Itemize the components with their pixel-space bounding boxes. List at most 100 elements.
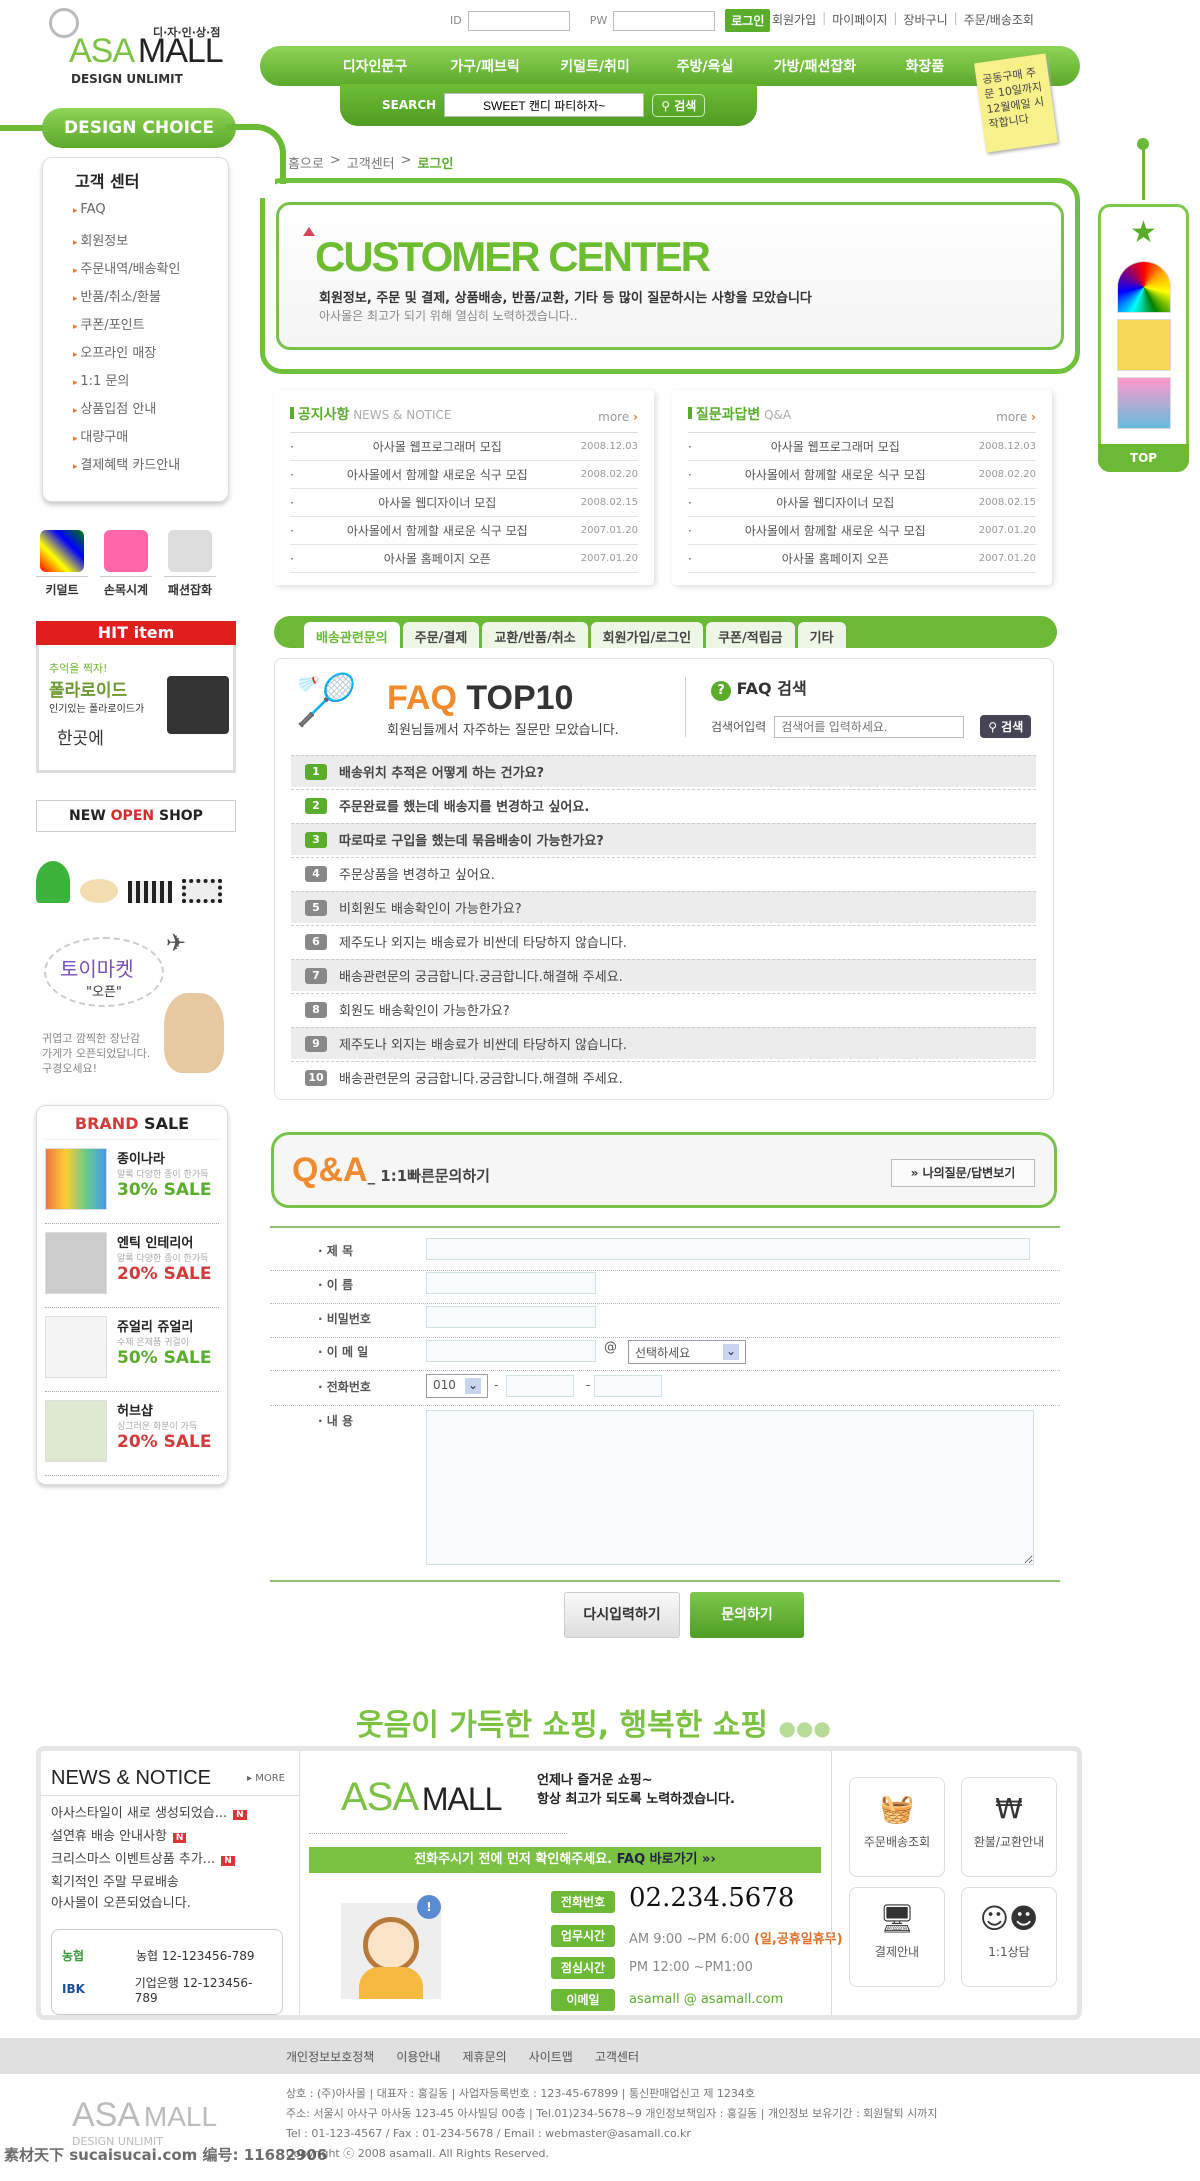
quick-menu-item[interactable]: ₩ 환불/교환안내 <box>961 1777 1057 1877</box>
faq-tab[interactable]: 주문/결제 <box>402 622 480 648</box>
list-item[interactable]: · 아사몰에서 함께할 새로운 식구 모집 2008.02.20 <box>688 461 1036 489</box>
top-link[interactable]: 장바구니 <box>903 11 947 28</box>
faq-item[interactable]: 10 배송관련문의 궁금합니다.궁금합니다.해결해 주세요. <box>291 1061 1036 1093</box>
faq-tab[interactable]: 회원가입/로그인 <box>590 622 704 648</box>
id-input[interactable] <box>467 10 570 31</box>
qna-more-link[interactable]: more › <box>996 410 1036 424</box>
pw-input[interactable] <box>613 10 716 31</box>
search-button[interactable]: ⚲ 검색 <box>652 93 706 117</box>
new-open-shop-banner[interactable]: NEW OPEN SHOP <box>36 800 236 832</box>
faq-tab[interactable]: 교환/반품/취소 <box>482 622 588 648</box>
quick-menu-item[interactable]: 🖥 결제안내 <box>849 1887 945 1987</box>
footer-link[interactable]: 고객센터 <box>595 2048 639 2065</box>
list-item[interactable]: · 아사몰 웹프로그래머 모집 2008.12.03 <box>290 433 638 461</box>
sticky-note-banner[interactable]: 공동구매 주문 10일까지 12월에일 시작합니다 <box>974 53 1058 153</box>
faq-item[interactable]: 4 주문상품을 변경하고 싶어요. <box>291 857 1036 889</box>
list-item[interactable]: · 아사몰 웹디자이너 모집 2008.02.15 <box>290 489 638 517</box>
faq-item[interactable]: 1 배송위치 추적은 어떻게 하는 건가요? <box>291 755 1036 787</box>
nav-item[interactable]: 가방/패션잡화 <box>760 56 870 76</box>
sidebar-item[interactable]: FAQ <box>73 202 228 230</box>
login-button[interactable]: 로그인 <box>725 9 771 32</box>
faq-item[interactable]: 5 비회원도 배송확인이 가능한가요? <box>291 891 1036 923</box>
footer-news-more[interactable]: ▸ MORE <box>247 1773 285 1784</box>
nav-item[interactable]: 화장품 <box>870 56 980 76</box>
nav-item[interactable]: 가구/패브릭 <box>430 56 540 76</box>
footer-news-item[interactable]: 설연휴 배송 안내사항 N <box>51 1826 247 1849</box>
logo[interactable]: 디·자·인·상·점 ASA MALL DESIGN UNLIMIT <box>35 0 225 90</box>
sidebar-item[interactable]: 결제혜택 카드안내 <box>73 454 228 482</box>
faq-search-button[interactable]: ⚲ 검색 <box>980 715 1032 738</box>
search-input[interactable] <box>444 93 645 117</box>
sidebar-item[interactable]: 1:1 문의 <box>73 370 228 398</box>
sidebar-item[interactable]: 상품입점 안내 <box>73 398 228 426</box>
content-textarea[interactable] <box>426 1410 1034 1565</box>
category-shortcut[interactable]: 키덜트 <box>36 530 88 598</box>
brand-sale-item[interactable]: 종이나라 알록 다양한 종이 한가득 30% SALE <box>45 1140 219 1224</box>
list-item[interactable]: · 아사몰 홈페이지 오픈 2007.01.20 <box>688 545 1036 573</box>
subject-input[interactable] <box>426 1238 1030 1260</box>
faq-search-input[interactable] <box>774 715 965 738</box>
faq-tab[interactable]: 쿠폰/적립금 <box>706 622 795 648</box>
name-input[interactable] <box>426 1272 596 1294</box>
faq-item[interactable]: 3 따로따로 구입을 했는데 묶음배송이 가능한가요? <box>291 823 1036 855</box>
faq-shortcut-banner[interactable]: 전화주시기 전에 먼저 확인해주세요. FAQ 바로가기 »› <box>309 1847 821 1873</box>
phone-mid-input[interactable] <box>506 1375 574 1397</box>
list-item[interactable]: · 아사몰에서 함께할 새로운 식구 모집 2007.01.20 <box>290 517 638 545</box>
breadcrumb-home[interactable]: 홈으로 <box>288 153 324 172</box>
brand-sale-item[interactable]: 허브샵 싱그러운 화분이 가득 20% SALE <box>45 1392 219 1476</box>
breadcrumb-customer-center[interactable]: 고객센터 <box>347 153 395 172</box>
contact-email[interactable]: asamall @ asamall.com <box>629 1992 783 2007</box>
password-input[interactable] <box>426 1306 596 1328</box>
footer-link[interactable]: 제휴문의 <box>463 2048 507 2065</box>
email-id-input[interactable] <box>426 1340 596 1362</box>
sidebar-item[interactable]: 대량구매 <box>73 426 228 454</box>
list-item[interactable]: · 아사몰에서 함께할 새로운 식구 모집 2008.02.20 <box>290 461 638 489</box>
faq-item[interactable]: 2 주문완료를 했는데 배송지를 변경하고 싶어요. <box>291 789 1036 821</box>
footer-news-item[interactable]: 크리스마스 이벤트상품 추가... N <box>51 1849 247 1872</box>
top-link[interactable]: 마이페이지 <box>832 11 887 28</box>
list-item[interactable]: · 아사몰 웹디자이너 모집 2008.02.15 <box>688 489 1036 517</box>
submit-button[interactable]: 문의하기 <box>690 1592 804 1638</box>
category-shortcut[interactable]: 손목시계 <box>100 530 152 598</box>
sidebar-item[interactable]: 회원정보 <box>73 230 228 258</box>
quick-menu-item[interactable]: 🧺 주문배송조회 <box>849 1777 945 1877</box>
footer-link[interactable]: 사이트맵 <box>529 2048 573 2065</box>
faq-tab[interactable]: 기타 <box>797 622 846 648</box>
toy-market-banner[interactable]: 토이마켓 "오픈" ✈ 귀엽고 깜찍한 장난감 가게가 오픈되었답니다. 구경오세요… <box>36 925 236 1085</box>
quick-menu-item[interactable]: ☺☻ 1:1상담 <box>961 1887 1057 1987</box>
footer-link[interactable]: 이용안내 <box>396 2048 440 2065</box>
reset-button[interactable]: 다시입력하기 <box>564 1592 680 1638</box>
list-item[interactable]: · 아사몰에서 함께할 새로운 식구 모집 2007.01.20 <box>688 517 1036 545</box>
list-item[interactable]: · 아사몰 웹프로그래머 모집 2008.12.03 <box>688 433 1036 461</box>
brand-sale-item[interactable]: 엔틱 인테리어 알록 다양한 종이 한가득 20% SALE <box>45 1224 219 1308</box>
email-domain-select[interactable]: 선택하세요 ⌄ <box>628 1340 746 1364</box>
faq-item[interactable]: 8 회원도 배송확인이 가능한가요? <box>291 993 1036 1025</box>
sidebar-item[interactable]: 쿠폰/포인트 <box>73 314 228 342</box>
top-button[interactable]: TOP <box>1098 444 1189 472</box>
footer-news-item[interactable]: 획기적인 주말 무료배송 <box>51 1872 247 1893</box>
brand-sale-item[interactable]: 쥬얼리 쥬얼리 수제 은제품 귀걸이 50% SALE <box>45 1308 219 1392</box>
top-link[interactable]: 회원가입 <box>772 11 816 28</box>
footer-link[interactable]: 개인정보보호정책 <box>286 2048 374 2065</box>
duck-image[interactable] <box>1117 319 1171 371</box>
faq-item[interactable]: 9 제주도나 외지는 배송료가 비싼데 타당하지 않습니다. <box>291 1027 1036 1059</box>
phone-prefix-select[interactable]: 010 ⌄ <box>426 1374 488 1398</box>
my-question-button[interactable]: » 나의질문/답변보기 <box>891 1159 1035 1187</box>
phone-last-input[interactable] <box>594 1375 662 1397</box>
top-link[interactable]: 주문/배송조회 <box>964 11 1034 28</box>
sidebar-item[interactable]: 오프라인 매장 <box>73 342 228 370</box>
category-shortcut[interactable]: 패션잡화 <box>164 530 216 598</box>
sidebar-item[interactable]: 주문내역/배송확인 <box>73 258 228 286</box>
faq-tab[interactable]: 배송관련문의 <box>304 622 400 648</box>
faq-link[interactable]: FAQ 바로가기 »› <box>617 1852 716 1867</box>
list-item[interactable]: · 아사몰 홈페이지 오픈 2007.01.20 <box>290 545 638 573</box>
faq-item[interactable]: 6 제주도나 외지는 배송료가 비싼데 타당하지 않습니다. <box>291 925 1036 957</box>
nav-item[interactable]: 주방/욕실 <box>650 56 760 76</box>
footer-news-item[interactable]: 아사몰이 오픈되었습니다. <box>51 1893 247 1914</box>
nav-item[interactable]: 키덜트/취미 <box>540 56 650 76</box>
faq-item[interactable]: 7 배송관련문의 궁금합니다.궁금합니다.해결해 주세요. <box>291 959 1036 991</box>
pencil-cup-image[interactable] <box>1117 377 1171 429</box>
umbrella-image[interactable] <box>1117 261 1171 313</box>
notice-more-link[interactable]: more › <box>598 410 638 424</box>
hit-item-banner[interactable]: HIT item 추억을 찍자! 폴라로이드 인기있는 폴라로이드가 한곳에 <box>36 621 236 773</box>
